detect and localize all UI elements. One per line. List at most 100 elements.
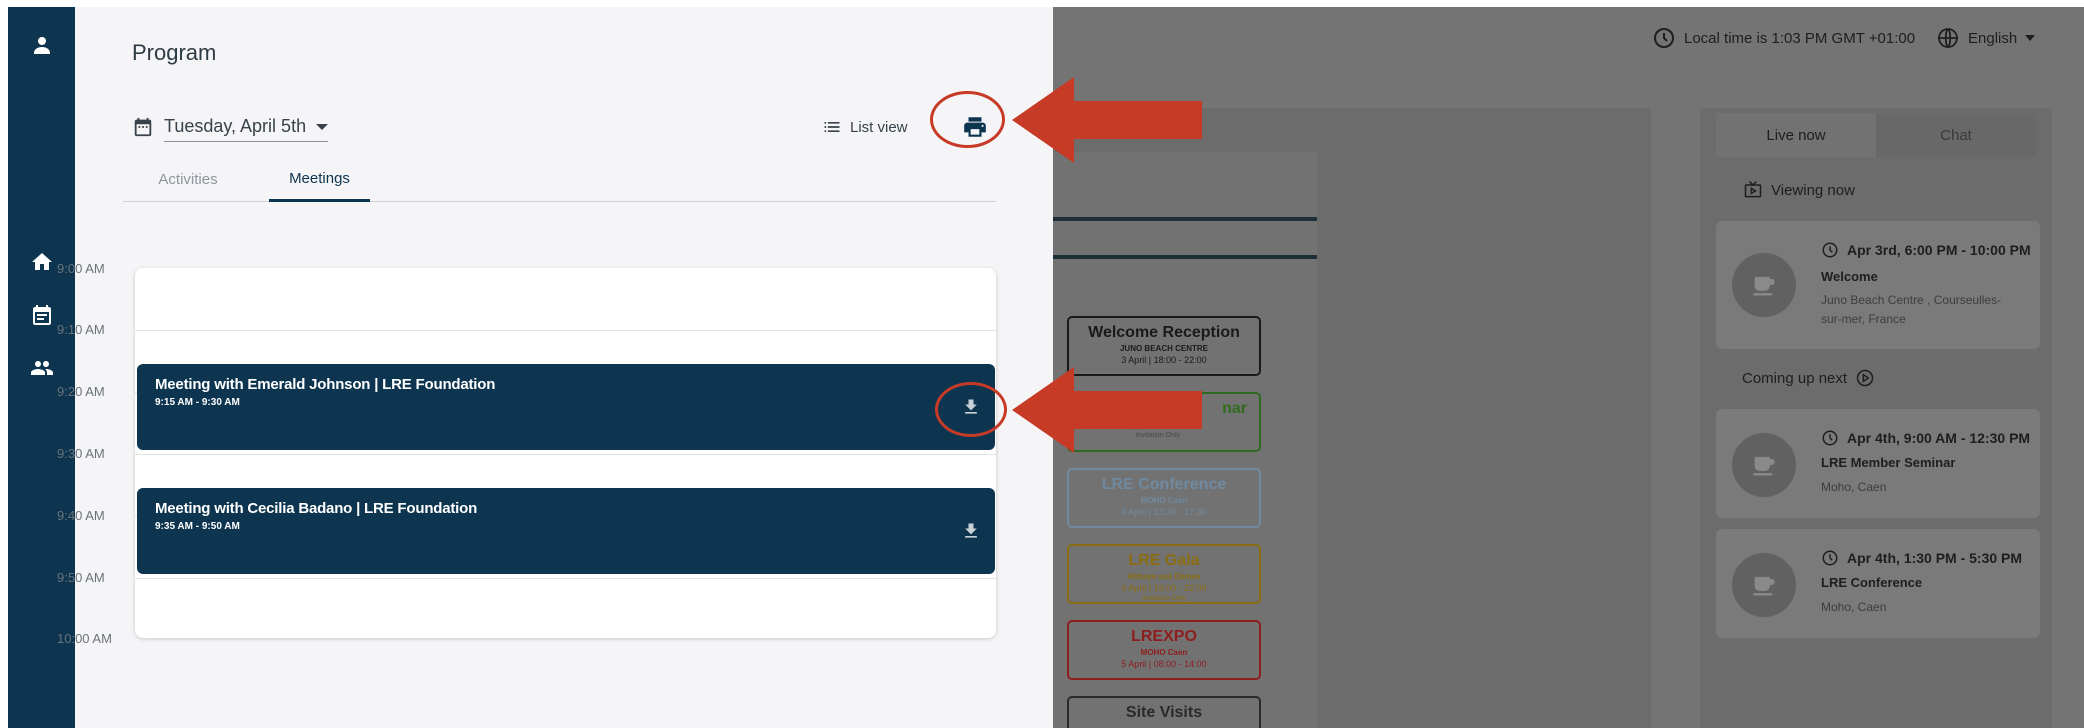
tab-live-now[interactable]: Live now <box>1716 113 1876 157</box>
meetings-schedule <box>135 268 996 638</box>
meeting-time: 9:15 AM - 9:30 AM <box>155 397 240 408</box>
agenda-item-date: 3 April | 18:00 - 22:00 <box>1121 355 1207 365</box>
viewing-now-label: Viewing now <box>1771 181 1855 199</box>
upcoming-event-card[interactable]: Apr 4th, 1:30 PM - 5:30 PM LRE Conferenc… <box>1716 529 2040 638</box>
agenda-item-date: 5 April | 08:00 - 14:00 <box>1121 659 1207 669</box>
agenda-item-date: 4 April | 13:30 - 17:30 <box>1121 507 1207 517</box>
coming-up-next-heading: Coming up next <box>1742 368 1875 388</box>
profile-button[interactable] <box>8 25 75 65</box>
agenda-item-title: LRE Gala <box>1128 552 1200 569</box>
page-title: Program <box>132 40 217 65</box>
meeting-card[interactable]: Meeting with Cecilia Badano | LRE Founda… <box>137 488 995 574</box>
play-circle-icon <box>1856 369 1874 387</box>
time-label: 9:30 AM <box>57 446 105 461</box>
meeting-card[interactable]: Meeting with Emerald Johnson | LRE Found… <box>137 364 995 450</box>
event-time-text: Apr 3rd, 6:00 PM - 10:00 PM <box>1847 242 2031 258</box>
local-time-text: Local time is 1:03 PM GMT +01:00 <box>1684 29 1916 47</box>
tab-activities[interactable]: Activities <box>123 157 253 202</box>
time-label: 9:10 AM <box>57 322 105 337</box>
time-label: 9:40 AM <box>57 508 105 523</box>
list-icon <box>824 122 840 132</box>
user-icon <box>33 37 50 54</box>
agenda-item-title: Site Visits <box>1125 704 1203 721</box>
coming-up-next-label: Coming up next <box>1742 369 1848 387</box>
date-selector[interactable]: Tuesday, April 5th <box>132 109 329 145</box>
event-time-text: Apr 4th, 9:00 AM - 12:30 PM <box>1847 430 2031 446</box>
time-label: 9:20 AM <box>57 384 105 399</box>
annotation-circle <box>935 382 1007 437</box>
event-time-text: Apr 4th, 1:30 PM - 5:30 PM <box>1847 550 2023 566</box>
clock-icon <box>1822 550 1838 566</box>
time-label: 10:00 AM <box>57 631 112 646</box>
schedule-gridline <box>135 454 996 455</box>
agenda-item-note: Invitation Only <box>1141 595 1187 602</box>
agenda-item: Site Visits <box>1067 696 1261 728</box>
agenda-item: LREXPO MOHO Caen 5 April | 08:00 - 14:00 <box>1067 620 1261 680</box>
chevron-down-icon <box>316 123 329 130</box>
time-label: 9:00 AM <box>57 261 105 276</box>
annotation-arrow <box>1012 77 1202 163</box>
coffee-icon <box>1753 456 1775 476</box>
coffee-icon <box>1753 276 1775 296</box>
download-meeting-button[interactable] <box>959 516 983 546</box>
viewing-now-heading: Viewing now <box>1743 180 1855 200</box>
event-location: Juno Beach Centre , Courseulles-sur-mer,… <box>1821 293 2002 326</box>
agenda-item-venue: JUNO BEACH CENTRE <box>1119 344 1208 353</box>
event-avatar <box>1732 253 1796 317</box>
tab-chat[interactable]: Chat <box>1876 113 2036 157</box>
clock-icon <box>1822 430 1838 446</box>
download-icon <box>965 523 977 538</box>
left-nav-bar <box>8 7 75 728</box>
live-event-card[interactable]: Apr 3rd, 6:00 PM - 10:00 PM Welcome Juno… <box>1716 221 2040 349</box>
globe-icon <box>1938 28 1958 48</box>
program-tabs: Activities Meetings <box>123 157 996 202</box>
meeting-time: 9:35 AM - 9:50 AM <box>155 521 240 532</box>
event-avatar <box>1732 433 1796 497</box>
date-value: Tuesday, April 5th <box>164 112 329 142</box>
event-avatar <box>1732 553 1796 617</box>
agenda-rule <box>1053 255 1317 259</box>
event-location: Moho, Caen <box>1821 600 1887 614</box>
event-time: Apr 3rd, 6:00 PM - 10:00 PM <box>1821 241 2031 259</box>
date-label: Tuesday, April 5th <box>164 116 307 136</box>
schedule-gridline <box>135 578 996 579</box>
list-view-label: List view <box>850 118 908 136</box>
agenda-item-title: LRE Conference <box>1101 476 1227 493</box>
meeting-title: Meeting with Cecilia Badano | LRE Founda… <box>155 500 478 517</box>
tv-icon <box>1744 181 1762 198</box>
home-icon <box>31 253 52 270</box>
language-label: English <box>1968 29 2018 47</box>
local-time: Local time is 1:03 PM GMT +01:00 <box>1652 26 1915 50</box>
language-selector[interactable]: English <box>1936 26 2036 50</box>
annotation-arrow <box>1012 367 1202 453</box>
event-time: Apr 4th, 1:30 PM - 5:30 PM <box>1821 549 2022 567</box>
event-name: LRE Member Seminar <box>1821 455 1956 470</box>
agenda-item-date: 4 April | 19:00 - 22:00 <box>1121 583 1207 593</box>
time-label: 9:50 AM <box>57 570 105 585</box>
event-time: Apr 4th, 9:00 AM - 12:30 PM <box>1821 429 2030 447</box>
clock-icon <box>1822 242 1838 258</box>
agenda-item-venue: MOHO Caen <box>1140 648 1188 657</box>
event-name: LRE Conference <box>1821 575 1923 590</box>
annotation-circle <box>930 91 1005 148</box>
agenda-item-title: LREXPO <box>1131 628 1197 645</box>
chevron-down-icon <box>2025 35 2036 41</box>
people-icon <box>30 361 53 375</box>
agenda-item-venue: Abbaye aux Dames <box>1127 572 1201 581</box>
calendar-icon <box>32 305 51 325</box>
meeting-title: Meeting with Emerald Johnson | LRE Found… <box>155 376 496 393</box>
clock-icon <box>1654 28 1674 48</box>
agenda-item: LRE Conference MOHO Caen 4 April | 13:30… <box>1067 468 1261 528</box>
event-name: Welcome <box>1821 269 1878 284</box>
sidebar-tabs: Live now Chat <box>1716 113 2036 157</box>
schedule-gridline <box>135 330 996 331</box>
calendar-icon <box>134 117 152 137</box>
event-location: Moho, Caen <box>1821 480 1887 494</box>
tab-meetings[interactable]: Meetings <box>269 157 370 202</box>
upcoming-event-card[interactable]: Apr 4th, 9:00 AM - 12:30 PM LRE Member S… <box>1716 409 2040 518</box>
agenda-rule <box>1053 217 1317 221</box>
agenda-item-title: Welcome Reception <box>1088 324 1240 341</box>
people-nav-button[interactable] <box>8 348 75 388</box>
list-view-button[interactable]: List view <box>822 117 908 137</box>
agenda-item-venue: MOHO Caen <box>1140 496 1188 505</box>
